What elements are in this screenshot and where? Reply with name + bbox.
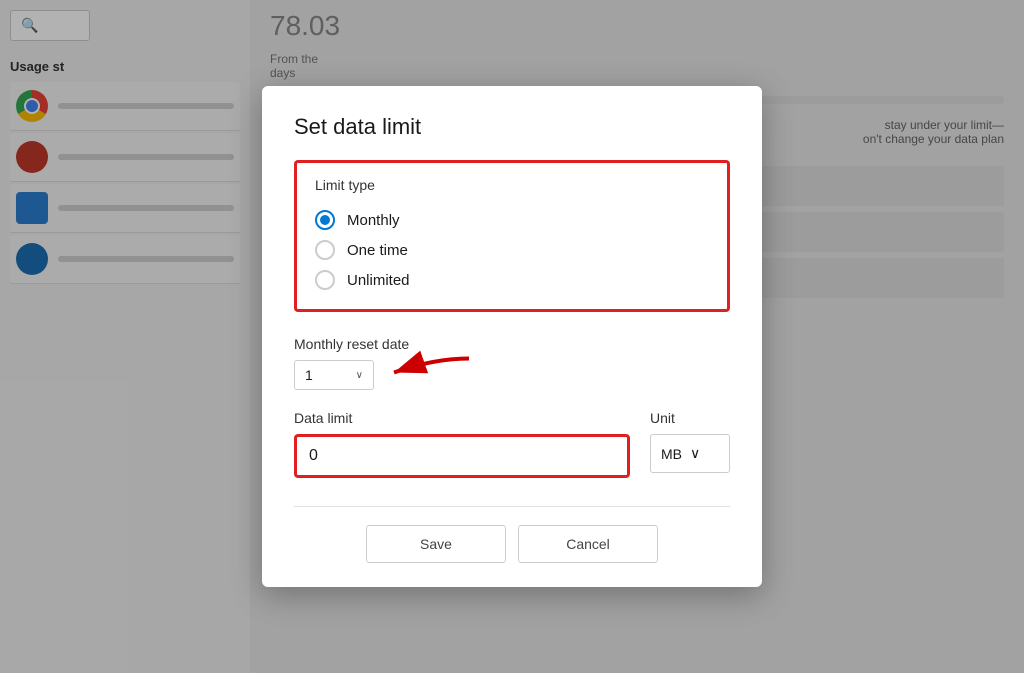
modal-footer: Save Cancel [294,506,730,563]
cancel-button[interactable]: Cancel [518,525,658,563]
chevron-down-icon: ∨ [356,370,363,381]
monthly-reset-date-section: Monthly reset date 1 ∨ [294,336,730,390]
data-limit-input-wrapper [294,434,630,478]
unit-group: Unit MB ∨ [650,410,730,473]
radio-monthly[interactable]: Monthly [315,205,709,235]
red-arrow-annotation [384,351,474,400]
data-limit-input[interactable] [297,437,627,475]
modal-overlay: Set data limit Limit type Monthly One ti… [0,0,1024,673]
unit-select[interactable]: MB ∨ [650,434,730,473]
radio-unlimited-label: Unlimited [347,272,410,289]
data-limit-label: Data limit [294,410,630,426]
unit-label: Unit [650,410,730,426]
unit-chevron-icon: ∨ [690,445,700,462]
set-data-limit-modal: Set data limit Limit type Monthly One ti… [262,86,762,587]
modal-title: Set data limit [294,114,730,140]
monthly-reset-date-select[interactable]: 1 ∨ [294,360,374,390]
radio-one-time[interactable]: One time [315,235,709,265]
limit-type-label: Limit type [315,177,709,193]
radio-unlimited[interactable]: Unlimited [315,265,709,295]
radio-unlimited-circle [315,270,335,290]
limit-type-section: Limit type Monthly One time Unlimited [294,160,730,312]
radio-monthly-label: Monthly [347,212,400,229]
monthly-reset-date-label: Monthly reset date [294,336,730,352]
radio-one-time-circle [315,240,335,260]
radio-one-time-label: One time [347,242,408,259]
radio-monthly-circle [315,210,335,230]
save-button[interactable]: Save [366,525,506,563]
unit-value: MB [661,446,682,462]
data-limit-row: Data limit Unit MB ∨ [294,410,730,478]
monthly-reset-date-value: 1 [305,367,348,383]
data-limit-group: Data limit [294,410,630,478]
